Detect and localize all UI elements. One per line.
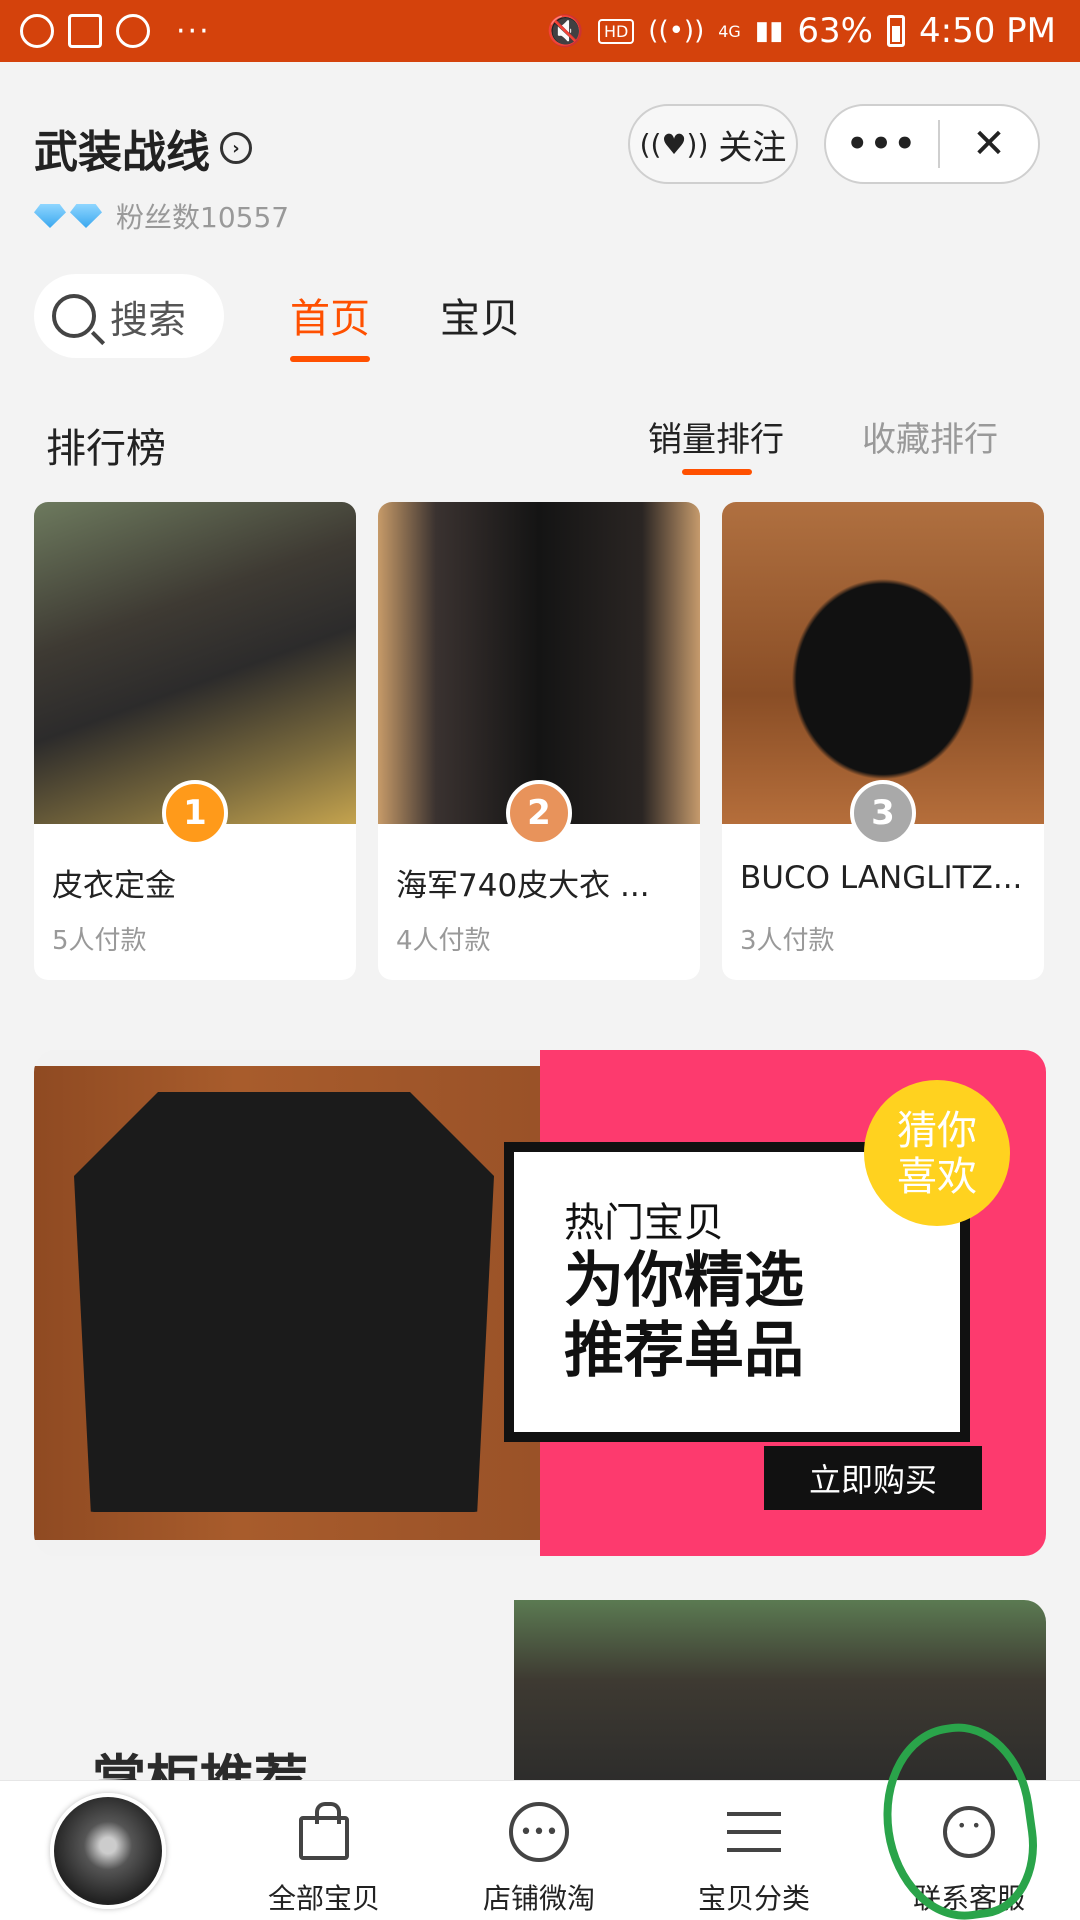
shop-fans: 粉丝数10557 xyxy=(34,196,289,236)
wifi-icon: ((•)) xyxy=(648,16,705,46)
jacket-image xyxy=(74,1092,494,1512)
nav-label: 全部宝贝 xyxy=(267,1882,380,1915)
nav-label: 宝贝分类 xyxy=(697,1882,810,1915)
banner-photo xyxy=(34,1066,540,1540)
battery-icon xyxy=(887,15,905,47)
product-sold: 3人付款 xyxy=(740,926,835,956)
account-icon xyxy=(20,14,54,48)
ranking-card[interactable]: 3 BUCO LANGLITZ... 3人付款 xyxy=(722,502,1044,980)
banner-subtitle: 热门宝贝 xyxy=(564,1200,724,1246)
chevron-right-icon: › xyxy=(220,132,252,164)
clock: 4:50 PM xyxy=(919,11,1056,51)
search-label: 搜索 xyxy=(110,297,187,342)
banner-headline: 为你精选 推荐单品 xyxy=(564,1246,804,1386)
battery-percent: 63% xyxy=(797,11,873,51)
shop-avatar[interactable] xyxy=(50,1793,166,1909)
follow-button[interactable]: ((♥)) 关注 xyxy=(628,104,798,184)
mute-icon: 🔇 xyxy=(546,13,584,49)
ranking-list: 1 皮衣定金 5人付款 2 海军740皮大衣 ... 4人付款 3 BUCO L… xyxy=(34,502,1046,980)
network-type: 4G xyxy=(718,21,741,41)
status-bar: ··· 🔇 HD ((•)) 4G ▮▮ 63% 4:50 PM xyxy=(0,0,1080,62)
rank-medal-icon: 2 xyxy=(506,780,572,846)
status-left-icons: ··· xyxy=(20,14,211,49)
ranking-title: 排行榜 xyxy=(46,426,166,472)
signal-icon: ▮▮ xyxy=(754,16,784,46)
guess-line-1: 猜你 xyxy=(897,1108,977,1154)
nav-categories[interactable]: 宝贝分类 xyxy=(674,1799,834,1917)
banner-line-2: 推荐单品 xyxy=(564,1316,804,1386)
product-image xyxy=(378,502,700,824)
buy-now-button[interactable]: 立即购买 xyxy=(764,1446,982,1510)
product-sold: 4人付款 xyxy=(396,926,491,956)
product-name: BUCO LANGLITZ... xyxy=(740,860,1023,896)
product-name: 皮衣定金 xyxy=(52,868,176,904)
more-notifications-icon: ··· xyxy=(176,13,211,49)
tab-items[interactable]: 宝贝 xyxy=(440,286,520,344)
product-image xyxy=(722,502,1044,824)
product-sold: 5人付款 xyxy=(52,926,147,956)
guess-line-2: 喜欢 xyxy=(897,1154,977,1200)
broadcast-icon: ••• xyxy=(509,1802,569,1862)
nav-shop-feed[interactable]: ••• 店铺微淘 xyxy=(459,1799,619,1917)
rank-medal-icon: 3 xyxy=(850,780,916,846)
promo-banner[interactable]: 热门宝贝 为你精选 推荐单品 立即购买 猜你 喜欢 xyxy=(34,1050,1046,1556)
gallery-icon xyxy=(68,14,102,48)
fans-count: 粉丝数10557 xyxy=(116,201,290,234)
product-image xyxy=(34,502,356,824)
guess-you-like-badge: 猜你 喜欢 xyxy=(864,1080,1010,1226)
tab-home[interactable]: 首页 xyxy=(290,286,370,362)
list-icon xyxy=(727,1812,781,1852)
miniapp-capsule: ••• ✕ xyxy=(824,104,1040,184)
more-button[interactable]: ••• xyxy=(826,124,938,164)
follow-label: 关注 xyxy=(718,127,787,168)
rank-medal-icon: 1 xyxy=(162,780,228,846)
ranking-card[interactable]: 2 海军740皮大衣 ... 4人付款 xyxy=(378,502,700,980)
hd-badge: HD xyxy=(597,18,635,44)
search-icon xyxy=(52,294,96,338)
banner-line-1: 为你精选 xyxy=(564,1246,804,1316)
live-wave-icon: ((♥)) xyxy=(639,127,709,161)
bag-icon xyxy=(299,1802,349,1860)
ranking-card[interactable]: 1 皮衣定金 5人付款 xyxy=(34,502,356,980)
status-right-icons: 🔇 HD ((•)) 4G ▮▮ 63% 4:50 PM xyxy=(547,11,1056,51)
nav-all-items[interactable]: 全部宝贝 xyxy=(244,1799,404,1917)
close-button[interactable]: ✕ xyxy=(940,121,1038,167)
product-name: 海军740皮大衣 ... xyxy=(396,868,650,904)
diamond-icon xyxy=(34,204,102,228)
shop-name-text: 武装战线 xyxy=(34,127,210,178)
shop-name[interactable]: 武装战线 › xyxy=(34,116,252,180)
sync-icon xyxy=(116,14,150,48)
search-button[interactable]: 搜索 xyxy=(34,274,224,358)
nav-label: 店铺微淘 xyxy=(482,1882,595,1915)
tab-sales-ranking[interactable]: 销量排行 xyxy=(648,412,784,475)
tab-favorites-ranking[interactable]: 收藏排行 xyxy=(862,412,998,461)
